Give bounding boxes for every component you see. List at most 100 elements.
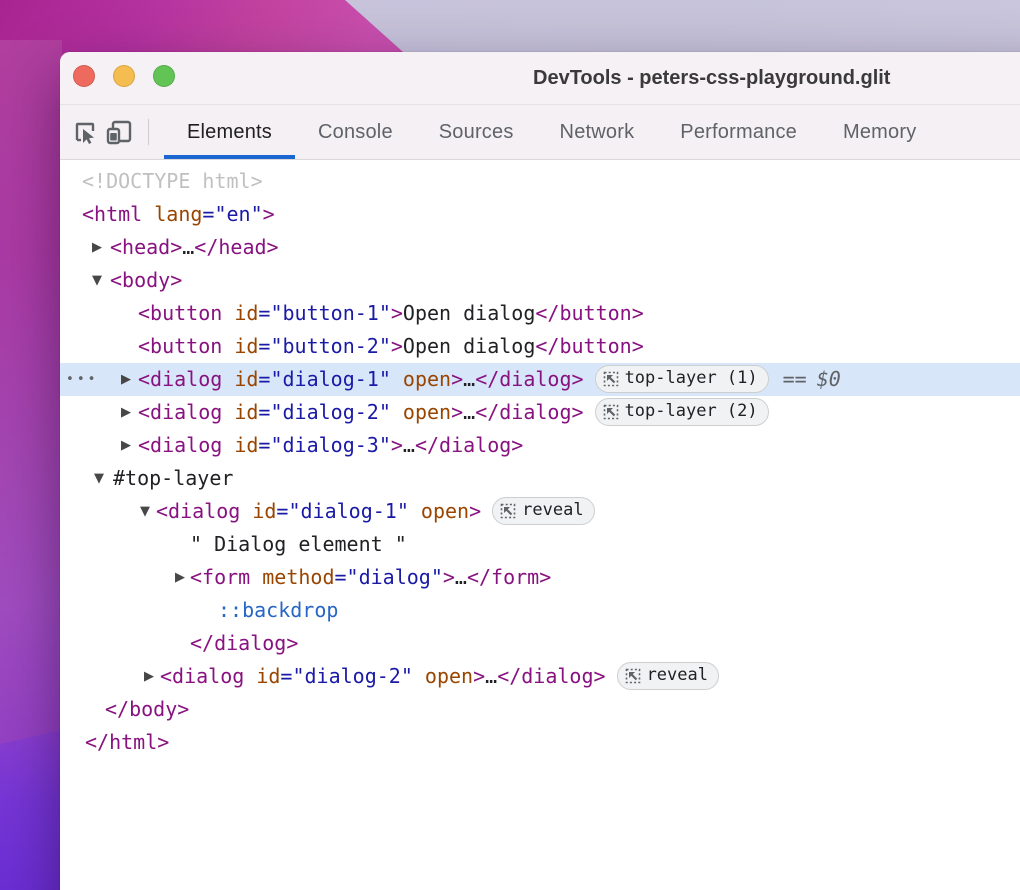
tab-elements[interactable]: Elements	[164, 105, 295, 159]
dom-tree-row[interactable]: " Dialog element "	[60, 528, 1020, 561]
wallpaper-violet-corner	[0, 730, 62, 890]
code-token-txt: Open dialog	[403, 334, 535, 358]
code-token-tag: </dialog>	[190, 631, 298, 655]
code-token-tag	[391, 367, 403, 391]
collapse-arrow-icon[interactable]: ▼	[140, 495, 150, 528]
tab-performance[interactable]: Performance	[657, 105, 820, 159]
expand-arrow-icon[interactable]: ▶	[92, 231, 102, 264]
tab-network[interactable]: Network	[537, 105, 658, 159]
dom-tree-row[interactable]: ▶<dialog id="dialog-2" open>…</dialog>re…	[60, 660, 1020, 693]
code-token-tag: <dialog	[138, 433, 234, 457]
dom-node-markup: </body>	[105, 693, 189, 726]
code-token-tag: >	[391, 334, 403, 358]
toggle-device-toolbar-button[interactable]	[102, 105, 136, 159]
code-token-tag: >	[451, 400, 463, 424]
top-layer-badge[interactable]: top-layer (1)	[595, 365, 769, 393]
reveal-target-icon	[603, 371, 619, 387]
expand-arrow-icon[interactable]: ▶	[121, 396, 131, 429]
code-token-tag: >	[443, 565, 455, 589]
dom-tree-row[interactable]: ▶<head>…</head>	[60, 231, 1020, 264]
code-token-attr: id	[252, 499, 276, 523]
dom-tree-row[interactable]: ::backdrop	[60, 594, 1020, 627]
code-token-tag: </button>	[535, 334, 643, 358]
zoom-button[interactable]	[153, 65, 175, 87]
code-token-tag: </html>	[85, 730, 169, 754]
dom-node-markup: </dialog>	[190, 627, 298, 660]
top-layer-badge[interactable]: top-layer (2)	[595, 398, 769, 426]
reveal-badge[interactable]: reveal	[492, 497, 594, 525]
dom-tree-row[interactable]: <button id="button-2">Open dialog</butto…	[60, 330, 1020, 363]
code-token-tag	[409, 499, 421, 523]
dom-tree-row[interactable]: ▼ #top-layer	[60, 462, 1020, 495]
dom-tree: <!DOCTYPE html><html lang="en">▶<head>…<…	[60, 160, 1020, 759]
code-token-txt: …	[463, 367, 475, 391]
dom-node-markup: <html lang="en">	[82, 198, 275, 231]
code-token-txt: …	[403, 433, 415, 457]
dom-tree-row[interactable]: </dialog>	[60, 627, 1020, 660]
dom-node-markup: " Dialog element "	[190, 528, 407, 561]
code-token-val: ="dialog-2"	[258, 400, 390, 424]
dom-node-markup: <head>…</head>	[110, 231, 279, 264]
dom-tree-row[interactable]: </html>	[60, 726, 1020, 759]
dom-node-markup: <button id="button-2">Open dialog</butto…	[138, 330, 644, 363]
code-token-tag	[413, 664, 425, 688]
tab-console[interactable]: Console	[295, 105, 416, 159]
code-token-doc: <!DOCTYPE html>	[82, 169, 263, 193]
code-token-val: ="dialog-1"	[276, 499, 408, 523]
tab-memory[interactable]: Memory	[820, 105, 939, 159]
dom-node-markup: ::backdrop	[218, 594, 338, 627]
dom-tree-row[interactable]: •••▶<dialog id="dialog-1" open>…</dialog…	[60, 363, 1020, 396]
wallpaper-purple-strip	[0, 40, 62, 745]
code-token-tag	[391, 400, 403, 424]
badge-label: reveal	[522, 494, 583, 527]
row-actions-dots-icon[interactable]: •••	[66, 363, 98, 396]
code-token-attr: id	[234, 334, 258, 358]
dom-tree-row[interactable]: ▼<dialog id="dialog-1" open>reveal	[60, 495, 1020, 528]
close-button[interactable]	[73, 65, 95, 87]
dom-node-markup: <body>	[110, 264, 182, 297]
expand-arrow-icon[interactable]: ▶	[121, 429, 131, 462]
expand-arrow-icon[interactable]: ▶	[144, 660, 154, 693]
window-title: DevTools - peters-css-playground.glit	[533, 52, 890, 104]
code-token-tag: </button>	[535, 301, 643, 325]
code-token-attr: lang	[154, 202, 202, 226]
inspect-element-button[interactable]	[68, 105, 102, 159]
devtools-toolbar: ElementsConsoleSourcesNetworkPerformance…	[60, 104, 1020, 160]
collapse-arrow-icon[interactable]: ▼	[94, 462, 104, 495]
dom-tree-row[interactable]: ▶<dialog id="dialog-3">…</dialog>	[60, 429, 1020, 462]
dom-tree-row[interactable]: <button id="button-1">Open dialog</butto…	[60, 297, 1020, 330]
dom-node-markup: <form method="dialog">…</form>	[190, 561, 551, 594]
tab-sources[interactable]: Sources	[416, 105, 537, 159]
code-token-val: ="en"	[202, 202, 262, 226]
inspect-cursor-icon	[71, 118, 99, 146]
code-token-tag: </body>	[105, 697, 189, 721]
code-token-tag: >	[391, 433, 403, 457]
wallpaper-magenta-area	[0, 0, 460, 60]
code-token-tag: <button	[138, 334, 234, 358]
dom-tree-row[interactable]: <html lang="en">	[60, 198, 1020, 231]
dom-node-markup: <button id="button-1">Open dialog</butto…	[138, 297, 644, 330]
dom-tree-row[interactable]: ▶<dialog id="dialog-2" open>…</dialog>to…	[60, 396, 1020, 429]
code-token-tag: </dialog>	[475, 367, 583, 391]
dom-tree-row[interactable]: <!DOCTYPE html>	[60, 165, 1020, 198]
device-toolbar-icon	[104, 117, 134, 147]
reveal-target-icon	[625, 668, 641, 684]
dom-tree-row[interactable]: ▶<form method="dialog">…</form>	[60, 561, 1020, 594]
expand-arrow-icon[interactable]: ▶	[175, 561, 185, 594]
dom-node-markup: <dialog id="dialog-3">…</dialog>	[138, 429, 523, 462]
collapse-arrow-icon[interactable]: ▼	[92, 264, 102, 297]
dom-tree-row[interactable]: ▼<body>	[60, 264, 1020, 297]
dom-node-markup: #top-layer	[113, 462, 233, 495]
code-token-val: ="dialog-1"	[258, 367, 390, 391]
code-token-tag: <html	[82, 202, 154, 226]
reveal-badge[interactable]: reveal	[617, 662, 719, 690]
code-token-attr: id	[256, 664, 280, 688]
code-token-val: ="dialog-2"	[280, 664, 412, 688]
code-token-tag: >	[473, 664, 485, 688]
minimize-button[interactable]	[113, 65, 135, 87]
code-token-val: ="dialog"	[335, 565, 443, 589]
expand-arrow-icon[interactable]: ▶	[121, 363, 131, 396]
dom-tree-row[interactable]: </body>	[60, 693, 1020, 726]
devtools-window: DevTools - peters-css-playground.glit	[60, 52, 1020, 890]
code-token-txt: …	[455, 565, 467, 589]
